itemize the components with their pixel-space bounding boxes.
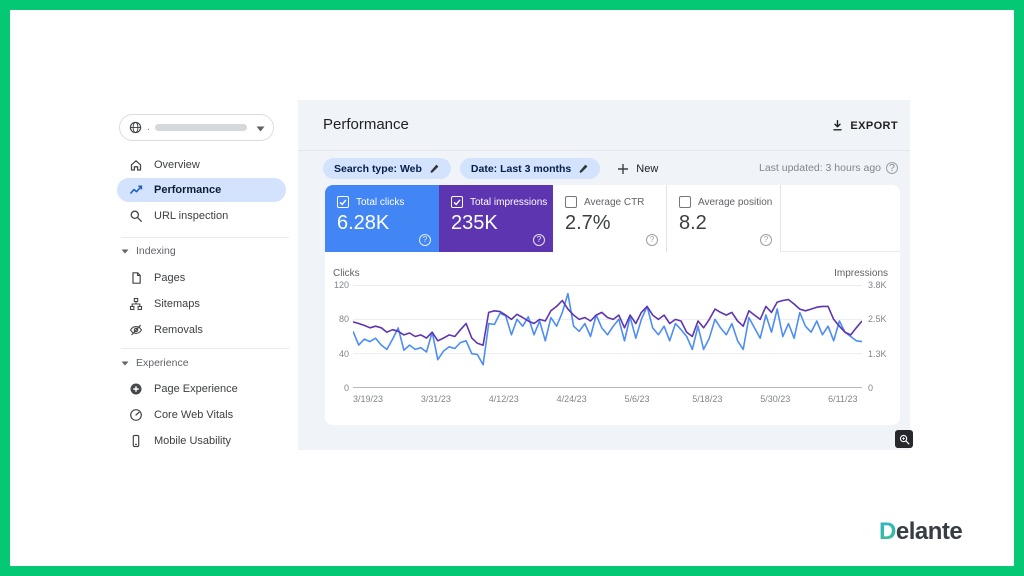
- metric-value: 235K: [451, 212, 498, 234]
- sidebar-item-page-experience[interactable]: Page Experience: [117, 377, 286, 401]
- search-icon: [129, 209, 143, 223]
- plus-circle-icon: [129, 382, 143, 396]
- left-axis-title: Clicks: [333, 268, 360, 279]
- metric-label: Total clicks: [356, 196, 405, 208]
- sitemaps-icon: [129, 297, 143, 311]
- metric-tiles: Total clicks 6.28K ? Total impressions 2…: [325, 185, 900, 252]
- sidebar-section-indexing[interactable]: Indexing: [121, 241, 289, 261]
- svg-text:Delante: Delante: [879, 518, 962, 545]
- checkbox-icon[interactable]: [565, 196, 577, 208]
- filter-chip-search-type[interactable]: Search type: Web: [323, 158, 451, 179]
- checkbox-icon[interactable]: [451, 196, 463, 208]
- sidebar-item-label: Page Experience: [154, 383, 238, 395]
- section-title: Indexing: [136, 245, 176, 257]
- pencil-icon[interactable]: [429, 163, 440, 174]
- left-axis-ticks: 120 80 40 0: [333, 280, 349, 393]
- sidebar-item-label: Removals: [154, 324, 203, 336]
- chip-label: Date: Last 3 months: [470, 162, 572, 175]
- metric-label: Average position: [698, 196, 773, 208]
- magnifier-plus-icon: [899, 434, 909, 444]
- x-axis-ticks: 3/19/23 3/31/23 4/12/23 4/24/23 5/6/23 5/18/2…: [353, 394, 858, 404]
- sidebar-item-label: URL inspection: [154, 210, 229, 222]
- globe-icon: [128, 121, 142, 135]
- main-content: Performance EXPORT Search type: Web Date…: [298, 100, 913, 450]
- logo-text: elante: [896, 518, 963, 545]
- metric-value: 2.7%: [565, 212, 611, 234]
- metric-value: 6.28K: [337, 212, 390, 234]
- pencil-icon[interactable]: [578, 163, 589, 174]
- help-icon[interactable]: ?: [419, 234, 431, 246]
- page-title: Performance: [323, 116, 409, 133]
- checkbox-icon[interactable]: [337, 196, 349, 208]
- delante-logo: Delante: [878, 517, 986, 550]
- new-filter-label: New: [636, 162, 659, 175]
- sidebar-item-performance[interactable]: Performance: [117, 178, 286, 202]
- sidebar-item-label: Performance: [154, 184, 222, 196]
- right-axis-title: Impressions: [834, 268, 888, 279]
- metric-tile-average-ctr[interactable]: Average CTR 2.7% ?: [553, 185, 667, 252]
- help-icon[interactable]: ?: [886, 162, 898, 174]
- new-filter-button[interactable]: New: [617, 163, 658, 175]
- metric-tile-total-clicks[interactable]: Total clicks 6.28K ?: [325, 185, 439, 252]
- sidebar-item-overview[interactable]: Overview: [117, 153, 286, 177]
- export-label: EXPORT: [850, 119, 898, 132]
- search-console-screenshot: . Overview Performance URL inspection In…: [113, 100, 913, 450]
- smartphone-icon: [129, 434, 143, 448]
- performance-panel: Total clicks 6.28K ? Total impressions 2…: [325, 185, 900, 425]
- chevron-down-icon: [121, 249, 129, 253]
- metric-label: Total impressions: [470, 196, 548, 208]
- sidebar-item-label: Mobile Usability: [154, 435, 232, 447]
- sidebar-item-mobile-usability[interactable]: Mobile Usability: [117, 429, 286, 453]
- checkbox-icon[interactable]: [679, 196, 691, 208]
- metric-tile-total-impressions[interactable]: Total impressions 235K ?: [439, 185, 553, 252]
- performance-icon: [129, 183, 143, 197]
- filter-chip-date[interactable]: Date: Last 3 months: [459, 158, 601, 179]
- sidebar-section-experience[interactable]: Experience: [121, 353, 289, 373]
- sidebar-item-label: Sitemaps: [154, 298, 200, 310]
- redacted-property-name: [154, 124, 247, 131]
- chip-label: Search type: Web: [334, 162, 422, 175]
- metric-label: Average CTR: [584, 196, 645, 208]
- home-icon: [129, 158, 143, 172]
- sidebar-item-label: Core Web Vitals: [154, 409, 234, 421]
- sidebar-item-removals[interactable]: Removals: [117, 318, 286, 342]
- last-updated: Last updated: 3 hours ago ?: [759, 162, 898, 174]
- property-selector[interactable]: .: [119, 114, 274, 141]
- sidebar-item-sitemaps[interactable]: Sitemaps: [117, 292, 286, 316]
- eye-off-icon: [129, 323, 143, 337]
- sidebar-divider: [121, 348, 289, 349]
- speedometer-icon: [129, 408, 143, 422]
- sidebar-item-url-inspection[interactable]: URL inspection: [117, 204, 286, 228]
- help-icon[interactable]: ?: [533, 234, 545, 246]
- zoom-overlay-button[interactable]: [895, 430, 913, 448]
- property-text: .: [147, 122, 150, 133]
- sidebar-item-label: Overview: [154, 159, 200, 171]
- sidebar-item-core-web-vitals[interactable]: Core Web Vitals: [117, 403, 286, 427]
- metric-value: 8.2: [679, 212, 707, 234]
- pages-icon: [129, 271, 143, 285]
- sidebar: . Overview Performance URL inspection In…: [113, 100, 298, 450]
- sidebar-divider: [121, 237, 289, 238]
- performance-chart[interactable]: [352, 285, 863, 388]
- plus-icon: [618, 163, 629, 174]
- metric-tile-average-position[interactable]: Average position 8.2 ?: [667, 185, 781, 252]
- sidebar-item-pages[interactable]: Pages: [117, 266, 286, 290]
- last-updated-text: Last updated: 3 hours ago: [758, 162, 881, 174]
- section-title: Experience: [136, 357, 189, 369]
- help-icon[interactable]: ?: [646, 234, 658, 246]
- caret-down-icon: [256, 119, 265, 137]
- sidebar-item-label: Pages: [154, 272, 186, 284]
- chevron-down-icon: [121, 361, 129, 365]
- header-divider: [298, 150, 910, 151]
- download-icon: [833, 119, 843, 131]
- export-button[interactable]: EXPORT: [831, 119, 898, 132]
- right-axis-ticks: 3.8K 2.5K 1.3K 0: [868, 280, 887, 393]
- help-icon[interactable]: ?: [760, 234, 772, 246]
- filter-bar: Search type: Web Date: Last 3 months New: [323, 158, 658, 179]
- page: . Overview Performance URL inspection In…: [0, 0, 1024, 576]
